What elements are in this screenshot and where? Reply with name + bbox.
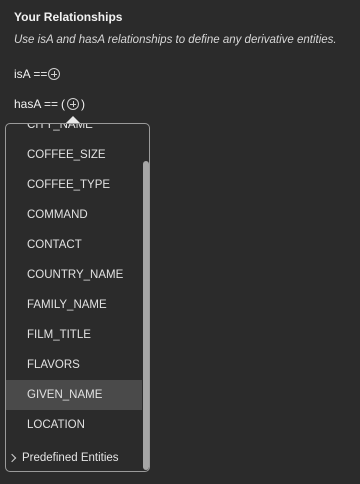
section-title: Your Relationships	[14, 10, 123, 24]
entity-option[interactable]: COFFEE_SIZE	[6, 140, 142, 170]
hasa-label: hasA ==	[14, 97, 59, 111]
hasa-row: hasA == ( )	[14, 97, 85, 111]
chevron-right-icon	[7, 453, 17, 463]
entity-option[interactable]: FILM_TITLE	[6, 320, 142, 350]
entity-option[interactable]: COFFEE_TYPE	[6, 170, 142, 200]
entity-option[interactable]: CONTACT	[6, 230, 142, 260]
hasa-add-icon[interactable]	[67, 98, 80, 110]
dropdown-scrollbar[interactable]	[143, 161, 149, 470]
isa-add-icon[interactable]	[48, 68, 61, 80]
dropdown-caret	[66, 116, 80, 123]
isa-label: isA ==	[14, 67, 48, 81]
isa-row: isA ==	[14, 67, 61, 81]
group-predefined-entities[interactable]: Predefined Entities	[6, 445, 119, 471]
hasa-close-paren: )	[81, 97, 86, 111]
entity-option[interactable]: FLAVORS	[6, 350, 142, 380]
section-description: Use isA and hasA relationships to define…	[14, 34, 337, 46]
entity-option[interactable]: GIVEN_NAME	[6, 380, 142, 410]
entity-option[interactable]: CITY_NAME	[6, 124, 142, 140]
entity-dropdown[interactable]: CITY_NAME COFFEE_SIZE COFFEE_TYPE COMMAND CO…	[5, 123, 150, 472]
entity-option[interactable]: COMMAND	[6, 200, 142, 230]
entity-option[interactable]: COUNTRY_NAME	[6, 260, 142, 290]
entity-option[interactable]: LOCATION	[6, 410, 142, 440]
hasa-open-paren: (	[61, 97, 66, 111]
entity-list: CITY_NAME COFFEE_SIZE COFFEE_TYPE COMMAND CO…	[6, 124, 142, 440]
entity-option[interactable]: FAMILY_NAME	[6, 290, 142, 320]
group-label: Predefined Entities	[22, 452, 119, 464]
